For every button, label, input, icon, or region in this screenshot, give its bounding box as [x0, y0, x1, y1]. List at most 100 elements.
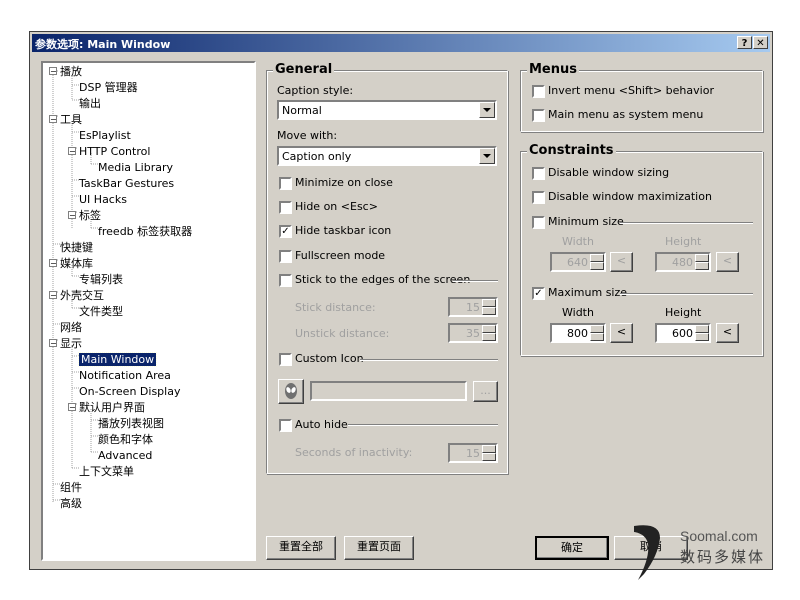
tree-item[interactable]: EsPlaylist [79, 128, 131, 143]
tree-item[interactable]: HTTP Control [79, 144, 150, 159]
spin-arrows-icon[interactable] [482, 299, 496, 315]
tree-item[interactable]: 媒体库 [60, 256, 93, 271]
minimum-size-label: Minimum size [548, 215, 624, 228]
fullscreen-mode-checkbox[interactable] [279, 250, 292, 263]
browse-button[interactable]: ... [473, 381, 498, 402]
hide-on-esc-checkbox[interactable] [279, 201, 292, 214]
seconds-inactivity-value: 15 [466, 447, 480, 460]
reset-page-button[interactable]: 重置页面 [344, 536, 414, 560]
menus-title: Menus [527, 62, 580, 77]
min-height-pick-button[interactable]: < [716, 252, 739, 272]
tree-item[interactable]: 播放列表视图 [98, 416, 164, 431]
tree-item[interactable]: 网络 [60, 320, 82, 335]
help-button[interactable]: ? [737, 36, 752, 49]
tree-item[interactable]: 工具 [60, 112, 82, 127]
spin-arrows-icon[interactable] [590, 254, 604, 270]
divider [453, 280, 498, 282]
tree-item[interactable]: 快捷键 [60, 240, 93, 255]
window-title: 参数选项: Main Window [35, 38, 171, 51]
divider [620, 293, 753, 295]
tree-expander-icon[interactable]: − [68, 147, 76, 156]
tree-expander-icon[interactable]: − [49, 259, 57, 268]
spin-arrows-icon[interactable] [482, 325, 496, 341]
tree-expander-icon[interactable]: − [49, 115, 57, 124]
max-height-spinner[interactable]: 600 [655, 323, 711, 343]
max-height-pick-button[interactable]: < [716, 323, 739, 343]
alien-icon[interactable] [278, 379, 304, 404]
unstick-distance-spinner[interactable]: 35 [448, 323, 498, 343]
tree-item[interactable]: UI Hacks [79, 192, 127, 207]
reset-all-button[interactable]: 重置全部 [266, 536, 336, 560]
tree-item[interactable]: TaskBar Gestures [79, 176, 174, 191]
tree-item-label: TaskBar Gestures [79, 177, 175, 190]
watermark-tagline: 数码多媒体 [680, 548, 766, 566]
tree-item-label: EsPlaylist [79, 129, 131, 142]
hide-taskbar-icon-checkbox[interactable]: ✓ [279, 225, 292, 238]
tree-item[interactable]: Advanced [98, 448, 152, 463]
preferences-tree[interactable]: − 播放 DSP 管理器 输出 − 工具 EsPlaylist − HTTP Control Me… [41, 61, 256, 561]
chevron-down-icon[interactable] [479, 148, 495, 164]
chevron-down-icon[interactable] [479, 102, 495, 118]
tree-item-label: Media Library [98, 161, 173, 174]
tree-item-label: 显示 [60, 337, 82, 350]
max-width-value: 800 [567, 327, 588, 340]
tree-expander-icon[interactable]: − [49, 67, 57, 76]
tree-item[interactable]: On-Screen Display [79, 384, 180, 399]
tree-item[interactable]: 标签 [79, 208, 101, 223]
tree-expander-icon[interactable]: − [49, 291, 57, 300]
main-menu-system-checkbox[interactable] [532, 109, 545, 122]
tree-item[interactable]: 组件 [60, 480, 82, 495]
tree-item-label: 专辑列表 [79, 273, 123, 286]
spin-arrows-icon[interactable] [695, 325, 709, 341]
maximum-size-label: Maximum size [548, 286, 628, 299]
stick-distance-label: Stick distance: [295, 301, 376, 314]
min-width-pick-button[interactable]: < [610, 252, 633, 272]
tree-item[interactable]: 文件类型 [79, 304, 123, 319]
move-with-select[interactable]: Caption only [277, 146, 497, 166]
title-bar[interactable]: 参数选项: Main Window ? ✕ [32, 34, 770, 52]
tree-item[interactable]: 颜色和字体 [98, 432, 153, 447]
tree-item[interactable]: 高级 [60, 496, 82, 511]
tree-item[interactable]: 输出 [79, 96, 101, 111]
tree-expander-icon[interactable]: − [49, 339, 57, 348]
tree-item[interactable]: 外壳交互 [60, 288, 104, 303]
minimize-on-close-checkbox[interactable] [279, 177, 292, 190]
tree-item[interactable]: Notification Area [79, 368, 171, 383]
custom-icon-path-field[interactable] [310, 381, 467, 401]
tree-expander-icon[interactable]: − [68, 211, 76, 220]
tree-item[interactable]: 专辑列表 [79, 272, 123, 287]
tree-item[interactable]: 播放 [60, 64, 82, 79]
invert-shift-checkbox[interactable] [532, 85, 545, 98]
tree-item[interactable]: Media Library [98, 160, 173, 175]
maximum-size-checkbox[interactable]: ✓ [532, 287, 545, 300]
tree-item-label: 默认用户界面 [79, 401, 145, 414]
tree-item-label: 上下文菜单 [79, 465, 134, 478]
max-height-label: Height [665, 306, 702, 319]
min-width-spinner[interactable]: 640 [550, 252, 606, 272]
tree-item[interactable]: DSP 管理器 [79, 80, 138, 95]
spin-arrows-icon[interactable] [695, 254, 709, 270]
disable-sizing-checkbox[interactable] [532, 167, 545, 180]
spin-arrows-icon[interactable] [590, 325, 604, 341]
disable-maximization-checkbox[interactable] [532, 191, 545, 204]
auto-hide-checkbox[interactable] [279, 419, 292, 432]
stick-distance-spinner[interactable]: 15 [448, 297, 498, 317]
spin-arrows-icon[interactable] [482, 445, 496, 461]
tree-item[interactable]: 显示 [60, 336, 82, 351]
tree-item[interactable]: 默认用户界面 [79, 400, 145, 415]
tree-expander-icon[interactable]: − [68, 403, 76, 412]
min-height-spinner[interactable]: 480 [655, 252, 711, 272]
seconds-inactivity-spinner[interactable]: 15 [448, 443, 498, 463]
tree-item[interactable]: 上下文菜单 [79, 464, 134, 479]
auto-hide-label: Auto hide [295, 418, 348, 431]
tree-item[interactable]: Main Window [77, 352, 158, 367]
stick-edges-checkbox[interactable] [279, 274, 292, 287]
tree-item[interactable]: freedb 标签获取器 [98, 224, 192, 239]
max-width-pick-button[interactable]: < [610, 323, 633, 343]
ok-button[interactable]: 确定 [535, 536, 609, 560]
caption-style-select[interactable]: Normal [277, 100, 497, 120]
minimum-size-checkbox[interactable] [532, 216, 545, 229]
max-width-spinner[interactable]: 800 [550, 323, 606, 343]
close-button[interactable]: ✕ [753, 36, 768, 49]
custom-icon-checkbox[interactable] [279, 353, 292, 366]
